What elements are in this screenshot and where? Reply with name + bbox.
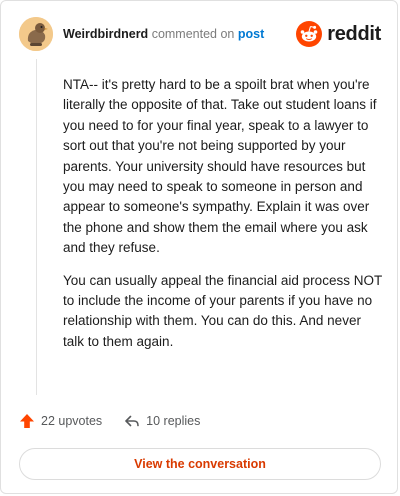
upvote-arrow-icon xyxy=(20,414,34,428)
commented-on-text: commented on xyxy=(151,27,235,41)
embedded-comment-card: Weirdbirdnerd commented on post reddit N… xyxy=(0,0,398,494)
reply-count: 10 replies xyxy=(146,414,201,428)
reddit-wordmark: reddit xyxy=(327,23,381,45)
comment-body: NTA-- it's pretty hard to be a spoilt br… xyxy=(63,75,383,364)
comment-paragraph-1: NTA-- it's pretty hard to be a spoilt br… xyxy=(63,77,377,256)
post-link[interactable]: post xyxy=(238,27,264,41)
avatar-bird-icon xyxy=(19,17,53,51)
author-name[interactable]: Weirdbirdnerd xyxy=(63,27,148,41)
upvote-count: 22 upvotes xyxy=(41,414,103,428)
view-conversation-button[interactable]: View the conversation xyxy=(19,448,381,480)
upvotes-action[interactable]: 22 upvotes xyxy=(19,413,102,429)
comment-header: Weirdbirdnerd commented on post xyxy=(63,27,264,41)
replies-action[interactable]: 10 replies xyxy=(124,413,200,429)
comment-actions: 22 upvotes 10 replies xyxy=(19,413,200,429)
reply-arrow-icon xyxy=(125,415,139,427)
user-avatar[interactable] xyxy=(19,17,53,51)
comment-paragraph-2: You can usually appeal the financial aid… xyxy=(63,272,382,349)
thread-line xyxy=(36,59,37,395)
reddit-snoo-icon xyxy=(296,21,323,47)
reddit-logo[interactable]: reddit xyxy=(296,21,381,47)
